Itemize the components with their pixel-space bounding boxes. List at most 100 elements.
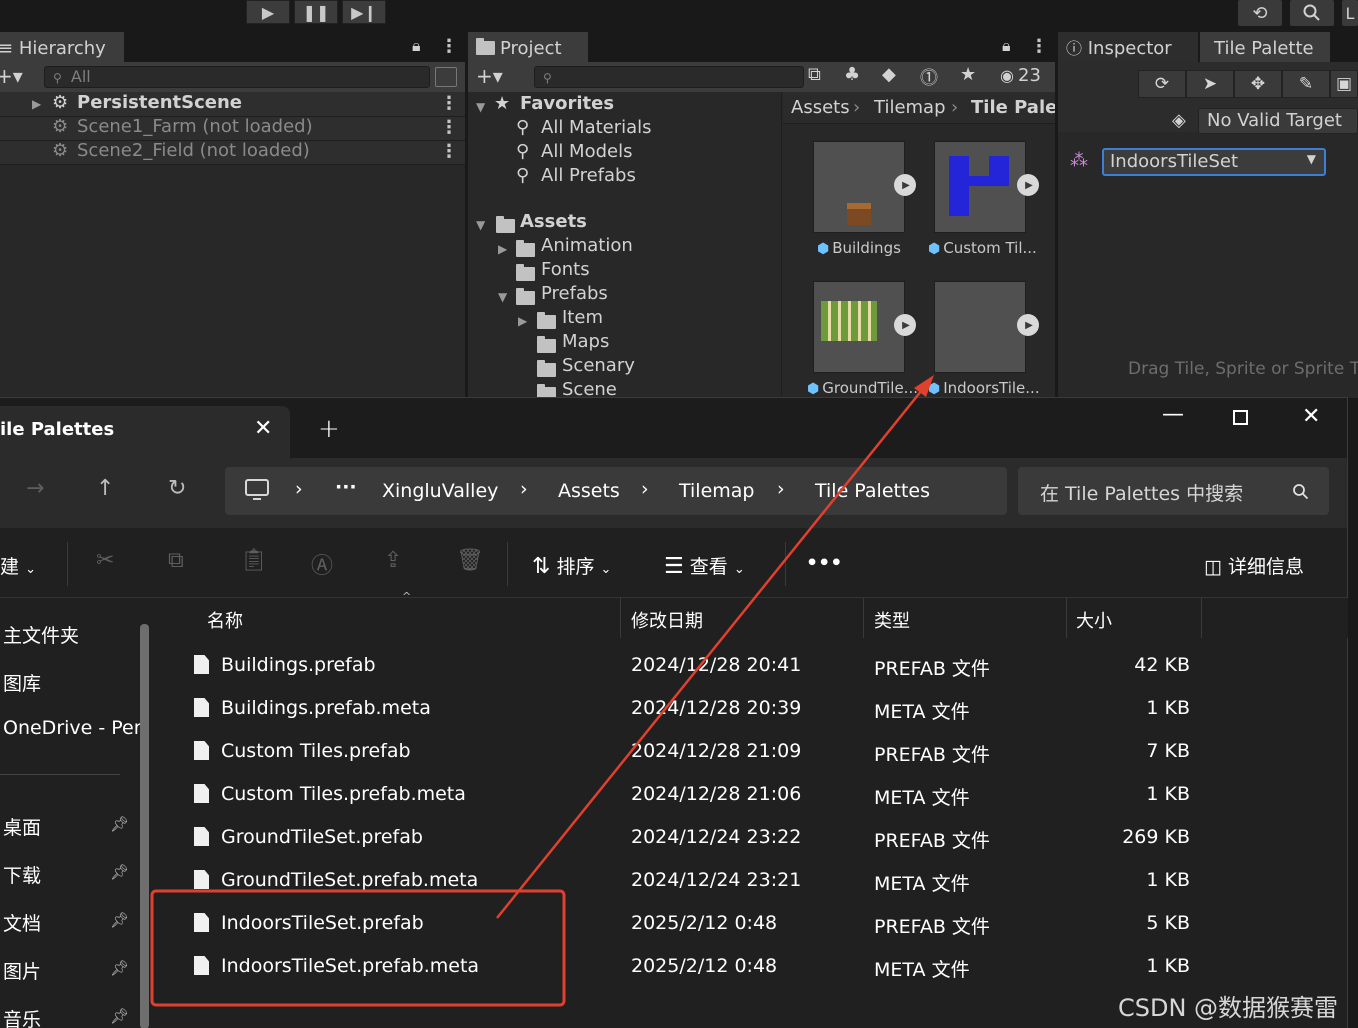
hierarchy-menu-icon[interactable]: ⋮ xyxy=(440,36,458,57)
add-icon[interactable]: +▾ xyxy=(0,64,23,88)
sidebar-item-home[interactable]: 主文件夹 xyxy=(3,621,79,648)
copy-icon[interactable]: ⧉ xyxy=(168,548,184,573)
tree-item-animation[interactable]: Animation xyxy=(541,235,633,256)
divider[interactable] xyxy=(620,598,621,638)
table-row[interactable]: Custom Tiles.prefab.meta 2024/12/28 21:0… xyxy=(160,774,1348,817)
delete-trash-icon[interactable]: 🗑︎ xyxy=(456,548,484,573)
divider[interactable] xyxy=(863,598,864,638)
address-bar[interactable]: › ··· XingluValley › Assets › Tilemap › … xyxy=(225,467,1007,515)
view-button[interactable]: ☰ 查看 ⌄ xyxy=(664,552,745,579)
paste-clipboard-icon[interactable]: 📋︎ xyxy=(240,548,268,573)
tree-item-all-materials[interactable]: All Materials xyxy=(541,117,652,138)
list-item[interactable]: ▶ ⚙ PersistentScene ⋮ xyxy=(0,92,465,116)
project-menu-icon[interactable]: ⋮ xyxy=(1030,36,1048,57)
expand-arrow-icon[interactable]: ▼ xyxy=(476,218,485,232)
table-row[interactable]: Custom Tiles.prefab 2024/12/28 21:09 PRE… xyxy=(160,731,1348,774)
sidebar-item-pictures[interactable]: 图片 xyxy=(3,957,41,984)
expand-arrow-icon[interactable]: ▶ xyxy=(518,314,527,328)
asset-item-buildings[interactable]: ▶ ⬢ Buildings xyxy=(813,141,916,257)
play-circle-icon[interactable]: ▶ xyxy=(894,314,916,336)
tab-tile-palette[interactable]: Tile Palette xyxy=(1200,32,1330,62)
tree-item-assets[interactable]: Assets xyxy=(520,211,587,232)
column-date[interactable]: 修改日期 xyxy=(631,607,703,633)
active-target-dropdown[interactable]: No Valid Target xyxy=(1198,108,1358,134)
list-item[interactable]: ⚙ Scene1_Farm (not loaded) ⋮ xyxy=(0,116,465,140)
favorite-star-icon[interactable]: ★ xyxy=(960,64,976,85)
step-button[interactable]: ▶❙ xyxy=(342,0,386,24)
divider[interactable] xyxy=(1066,598,1067,638)
lock-icon[interactable]: 🔒︎ xyxy=(1002,36,1011,56)
crumb-xingluvalley[interactable]: XingluValley xyxy=(382,480,498,502)
pin-icon[interactable]: 📌︎ xyxy=(110,1007,129,1025)
tree-item-all-prefabs[interactable]: All Prefabs xyxy=(541,165,636,186)
column-size[interactable]: 大小 xyxy=(1076,607,1112,633)
pin-icon[interactable]: 📌︎ xyxy=(110,863,129,881)
table-row[interactable]: Buildings.prefab 2024/12/28 20:41 PREFAB… xyxy=(160,645,1348,688)
favorites-header[interactable]: Favorites xyxy=(520,93,614,114)
expand-arrow-icon[interactable]: ▼ xyxy=(476,100,485,114)
project-search-input[interactable]: ⚲ xyxy=(534,66,804,88)
breadcrumb-tile-palettes[interactable]: Tile Palet xyxy=(971,97,1055,118)
more-options-button[interactable]: ••• xyxy=(806,552,842,574)
scene-menu-icon[interactable]: ⋮ xyxy=(440,141,458,162)
forward-arrow-icon[interactable]: → xyxy=(26,476,44,501)
sidebar-item-music[interactable]: 音乐 xyxy=(3,1005,41,1028)
pin-icon[interactable]: 📌︎ xyxy=(110,959,129,977)
box-fill-tool-button[interactable]: ▣ xyxy=(1330,70,1358,98)
maximize-icon[interactable] xyxy=(1233,410,1248,425)
play-circle-icon[interactable]: ▶ xyxy=(1017,174,1039,196)
breadcrumb-tilemap[interactable]: Tilemap xyxy=(874,97,946,118)
tree-item-item[interactable]: Item xyxy=(562,307,603,328)
visibility-eye-icon[interactable]: ◉ xyxy=(1000,66,1014,85)
warning-icon[interactable]: ⓵ xyxy=(920,64,938,90)
lock-icon[interactable]: 🔒︎ xyxy=(412,36,421,56)
expand-arrow-icon[interactable]: ▼ xyxy=(498,290,507,304)
explorer-tab[interactable]: ile Palettes ✕ xyxy=(0,406,290,458)
tree-item-maps[interactable]: Maps xyxy=(562,331,609,352)
sidebar-item-desktop[interactable]: 桌面 xyxy=(3,813,41,840)
filter-type-icon[interactable]: ♣ xyxy=(844,64,860,85)
table-row[interactable]: GroundTileSet.prefab.meta 2024/12/24 23:… xyxy=(160,860,1348,903)
new-button[interactable]: 建 ⌄ xyxy=(0,552,36,579)
table-row[interactable]: Buildings.prefab.meta 2024/12/28 20:39 M… xyxy=(160,688,1348,731)
column-type[interactable]: 类型 xyxy=(874,607,910,633)
crumb-tile-palettes[interactable]: Tile Palettes xyxy=(815,480,930,502)
list-item[interactable]: ⚙ Scene2_Field (not loaded) ⋮ xyxy=(0,140,465,164)
column-name[interactable]: 名称 xyxy=(207,607,243,633)
search-button[interactable] xyxy=(1290,0,1334,26)
more-crumbs-button[interactable]: ··· xyxy=(335,476,357,498)
new-tab-icon[interactable]: + xyxy=(318,414,340,444)
tab-inspector[interactable]: ⓘ Inspector xyxy=(1058,32,1198,62)
sidebar-scrollbar[interactable] xyxy=(140,624,149,1028)
share-icon[interactable]: ⇪ xyxy=(384,548,402,573)
close-window-icon[interactable]: ✕ xyxy=(1302,404,1320,429)
divider[interactable] xyxy=(1201,598,1202,638)
scene-menu-icon[interactable]: ⋮ xyxy=(440,93,458,114)
scene-menu-icon[interactable]: ⋮ xyxy=(440,117,458,138)
close-tab-icon[interactable]: ✕ xyxy=(254,416,272,441)
move-tool-button[interactable]: ✥ xyxy=(1234,70,1282,98)
crumb-tilemap[interactable]: Tilemap xyxy=(679,480,754,502)
sort-button[interactable]: ⇅ 排序 ⌄ xyxy=(532,552,611,579)
paint-tool-button[interactable]: ✎ xyxy=(1282,70,1330,98)
play-circle-icon[interactable]: ▶ xyxy=(1017,314,1039,336)
tree-item-fonts[interactable]: Fonts xyxy=(541,259,590,280)
history-button[interactable]: ⟲ xyxy=(1238,0,1282,26)
asset-item-indoorstileset[interactable]: ▶ ⬢ IndoorsTile... xyxy=(928,281,1040,397)
asset-item-custom-tiles[interactable]: ▶ ⬢ Custom Til... xyxy=(928,141,1039,257)
search-input[interactable]: 在 Tile Palettes 中搜索 xyxy=(1018,467,1329,515)
table-row[interactable]: IndoorsTileSet.prefab.meta 2025/2/12 0:4… xyxy=(160,946,1348,989)
play-circle-icon[interactable]: ▶ xyxy=(894,174,916,196)
tree-item-all-models[interactable]: All Models xyxy=(541,141,632,162)
cut-scissors-icon[interactable]: ✂ xyxy=(96,548,114,573)
breadcrumb-assets[interactable]: Assets xyxy=(791,97,850,118)
layers-button[interactable]: L xyxy=(1342,0,1358,26)
tree-item-prefabs[interactable]: Prefabs xyxy=(541,283,608,304)
expand-arrow-icon[interactable]: ▶ xyxy=(32,97,41,111)
add-icon[interactable]: +▾ xyxy=(476,64,503,88)
search-scope-icon[interactable]: ⧉ xyxy=(808,64,821,85)
table-row[interactable]: IndoorsTileSet.prefab 2025/2/12 0:48 PRE… xyxy=(160,903,1348,946)
select-tool-button[interactable]: ⟳ xyxy=(1138,70,1186,98)
palette-dropdown[interactable]: IndoorsTileSet ▼ xyxy=(1102,148,1326,176)
sidebar-item-downloads[interactable]: 下载 xyxy=(3,861,41,888)
